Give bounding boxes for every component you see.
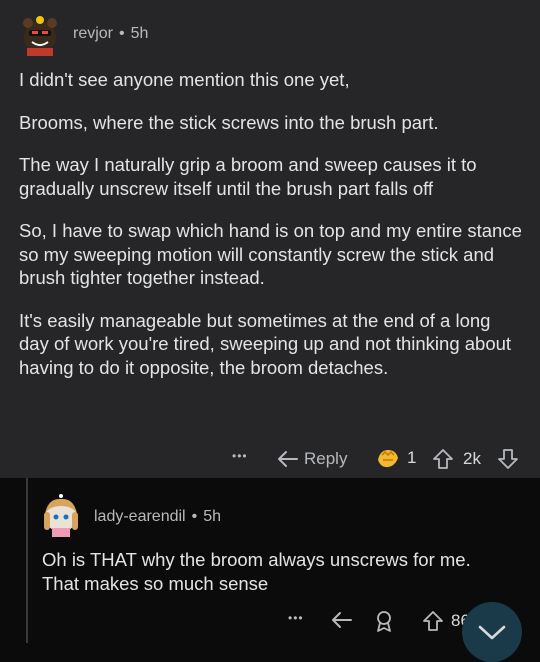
comment-age: 5h: [130, 25, 149, 42]
reply-meta: lady-earendil • 5h: [94, 508, 221, 526]
meta-separator: •: [191, 508, 198, 525]
avatar-bear-icon: [23, 16, 57, 56]
avatar-character-icon: [44, 494, 78, 537]
reply-label: Reply: [304, 449, 348, 468]
reply-award-button[interactable]: [372, 609, 396, 633]
reply-button[interactable]: Reply: [276, 449, 347, 469]
reply-arrow-icon: [332, 612, 352, 628]
chevron-down-icon: [478, 625, 506, 640]
reply-reply-button[interactable]: [330, 610, 354, 630]
comment-paragraph: So, I have to swap which hand is on top …: [19, 220, 522, 288]
downvote-button[interactable]: [497, 448, 519, 470]
comment-paragraph: Brooms, where the stick screws into the …: [19, 111, 439, 133]
comment-paragraph: The way I naturally grip a broom and swe…: [19, 154, 477, 199]
upvote-arrow-icon: [423, 611, 443, 631]
reply-more-options-button[interactable]: •••: [288, 611, 304, 625]
reply-avatar[interactable]: [38, 492, 84, 538]
upvote-arrow-icon: [433, 449, 453, 469]
award-count: 1: [407, 448, 417, 467]
reply-comment: lady-earendil • 5h Oh is THAT why the broo…: [0, 478, 540, 643]
reply-body: Oh is THAT why the broom always unscrews…: [42, 549, 471, 594]
award-outline-icon: [377, 611, 391, 632]
reply-upvote-button[interactable]: [422, 610, 444, 632]
meta-separator: •: [119, 25, 125, 42]
scroll-down-button[interactable]: [462, 602, 522, 662]
comment-meta: revjor • 5h: [73, 25, 148, 43]
award-icon: [378, 450, 398, 468]
comment-actions: ••• Reply 1 2k: [0, 446, 540, 474]
comment-body: I didn't see anyone mention this one yet…: [19, 68, 524, 398]
award-button[interactable]: 1: [375, 446, 416, 470]
reply-username[interactable]: lady-earendil: [94, 508, 186, 525]
reply-arrow-icon: [278, 451, 298, 467]
reply-age: 5h: [203, 508, 222, 525]
upvote-button[interactable]: [432, 448, 454, 470]
username[interactable]: revjor: [73, 25, 113, 42]
more-options-button[interactable]: •••: [232, 449, 248, 463]
downvote-arrow-icon: [498, 449, 518, 469]
comment-card: revjor • 5h I didn't see anyone mention th…: [0, 0, 540, 479]
vote-count: 2k: [463, 449, 481, 468]
comment-paragraph: I didn't see anyone mention this one yet…: [19, 69, 350, 90]
reply-actions: ••• 86: [0, 608, 540, 636]
comment-paragraph: It's easily manageable but sometimes at …: [19, 309, 512, 378]
avatar[interactable]: [17, 10, 63, 56]
